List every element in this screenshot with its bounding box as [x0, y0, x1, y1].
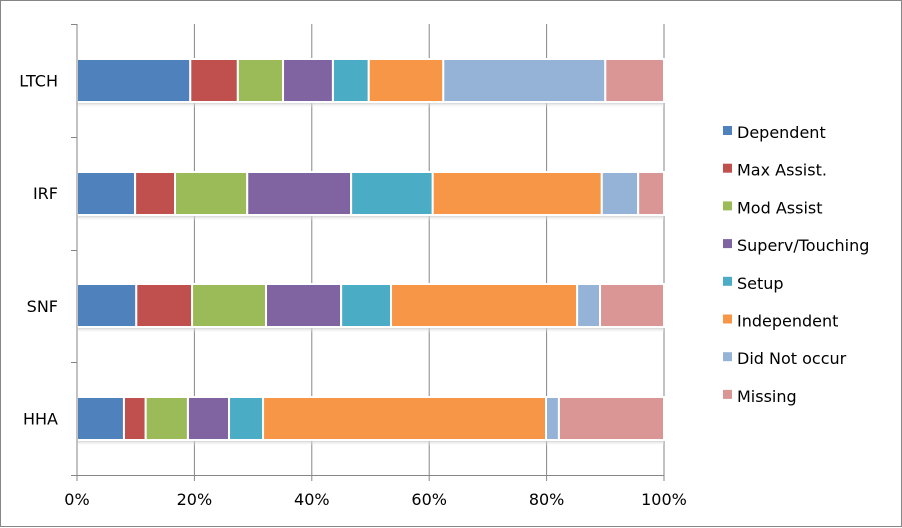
bar-segment-ltch-mod-assist	[236, 58, 285, 103]
bar-segment-snf-mod-assist	[191, 283, 268, 328]
x-tick-label: 0%	[64, 490, 89, 509]
bar-segment-ltch-did-not-occur	[442, 58, 607, 103]
category-label: SNF	[27, 297, 58, 316]
bar-segment-ltch-superv-touching	[282, 58, 334, 103]
bar-segment-ltch-independent	[367, 58, 445, 103]
legend-swatch	[723, 314, 732, 324]
legend-label: Superv/Touching	[737, 236, 869, 255]
legend-swatch	[723, 201, 732, 211]
bar-segment-snf-did-not-occur	[576, 283, 602, 328]
x-tick-label: 60%	[411, 490, 447, 509]
bar-segment-snf-independent	[390, 283, 579, 328]
bar-segment-irf-setup	[350, 171, 434, 216]
bar-segment-irf-superv-touching	[246, 171, 353, 216]
bar-segment-hha-did-not-occur	[545, 396, 560, 441]
bar-segment-ltch-dependent	[76, 58, 192, 103]
x-tick-labels: 0% 20% 40% 60% 80% 100%	[64, 490, 687, 509]
bar-segment-ltch-setup	[331, 58, 370, 103]
legend-label: Missing	[737, 387, 797, 406]
legend: Dependent Max Assist. Mod Assist Superv/Tou…	[723, 123, 869, 406]
chart-area: LTCH IRF SNF HHA 0% 20% 40% 60% 80% 100% Depende…	[0, 0, 902, 527]
category-labels: LTCH IRF SNF HHA	[19, 71, 58, 428]
bar-segment-snf-dependent	[76, 283, 138, 328]
bar-segment-irf-did-not-occur	[600, 171, 640, 216]
legend-label: Independent	[737, 312, 838, 331]
bar-segment-irf-mod-assist	[174, 171, 249, 216]
bar-segment-hha-mod-assist	[144, 396, 189, 441]
legend-label: Max Assist.	[737, 161, 827, 180]
legend-swatch	[723, 276, 732, 286]
legend-label: Setup	[737, 274, 784, 293]
bar-segment-hha-setup	[228, 396, 265, 441]
bar-segment-snf-missing	[599, 283, 666, 328]
bar-segment-irf-dependent	[76, 171, 137, 216]
legend-swatch	[723, 163, 732, 173]
bar-segment-snf-max-assist	[135, 283, 194, 328]
legend-label: Dependent	[737, 123, 826, 142]
bar-segment-hha-dependent	[76, 396, 125, 441]
legend-swatch	[723, 239, 732, 249]
category-label: HHA	[23, 410, 58, 429]
x-tick-label: 20%	[177, 490, 213, 509]
category-label: IRF	[33, 184, 58, 203]
legend-swatch	[723, 389, 732, 399]
bar-segment-hha-superv-touching	[186, 396, 231, 441]
category-label: LTCH	[19, 71, 58, 90]
x-tick-label: 100%	[641, 490, 687, 509]
bar-segment-ltch-max-assist	[189, 58, 239, 103]
bar-segment-snf-superv-touching	[265, 283, 343, 328]
x-tick-label: 40%	[294, 490, 330, 509]
legend-label: Mod Assist	[737, 198, 823, 217]
legend-swatch	[723, 126, 732, 135]
bar-segment-hha-missing	[557, 396, 665, 441]
bar-segment-irf-missing	[637, 171, 665, 216]
legend-label: Did Not occur	[737, 349, 847, 368]
bar-segment-irf-independent	[431, 171, 603, 216]
bar-segment-ltch-missing	[604, 58, 665, 103]
bar-segment-hha-independent	[262, 396, 548, 441]
x-tick-label: 80%	[529, 490, 565, 509]
stacked-bar-chart: LTCH IRF SNF HHA 0% 20% 40% 60% 80% 100% Depende…	[19, 24, 869, 509]
bar-segment-irf-max-assist	[134, 171, 177, 216]
bars	[76, 58, 666, 446]
legend-swatch	[723, 352, 732, 362]
bar-segment-hha-max-assist	[122, 396, 147, 441]
bar-segment-snf-setup	[340, 283, 393, 328]
